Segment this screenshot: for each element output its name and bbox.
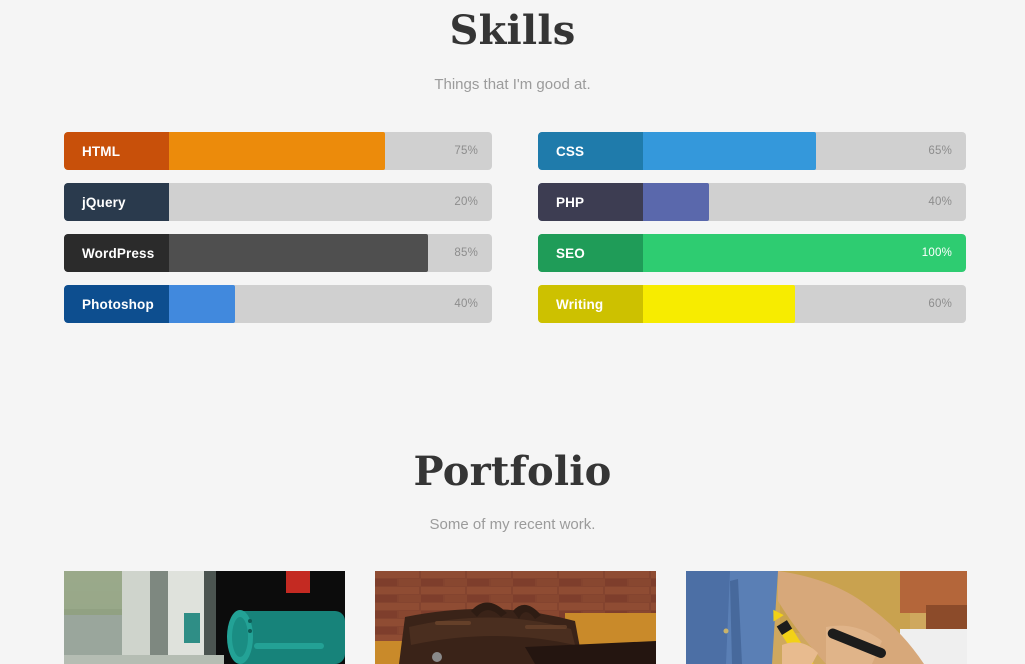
- skill-label: jQuery: [64, 183, 169, 221]
- skill-percent: 85%: [454, 247, 478, 259]
- skill-bar-photoshop: Photoshop 40%: [64, 285, 492, 323]
- skills-header: Skills Things that I'm good at.: [0, 0, 1025, 94]
- mailbox-photo: [64, 571, 345, 664]
- portfolio-subtitle: Some of my recent work.: [429, 516, 596, 533]
- skill-label: CSS: [538, 132, 643, 170]
- skill-label: Photoshop: [64, 285, 169, 323]
- skill-label: WordPress: [64, 234, 169, 272]
- skill-bar-writing: Writing 60%: [538, 285, 966, 323]
- portfolio-item[interactable]: [375, 571, 656, 664]
- skills-subtitle: Things that I'm good at.: [434, 76, 591, 93]
- portfolio-title: Portfolio: [413, 448, 612, 495]
- skills-grid: HTML 75% CSS 65% jQuery 20% PHP 40% WordPress 85%…: [64, 132, 967, 323]
- portfolio-item[interactable]: [686, 571, 967, 664]
- skill-bar-wordpress: WordPress 85%: [64, 234, 492, 272]
- skill-percent: 100%: [921, 247, 952, 259]
- skill-percent: 40%: [928, 196, 952, 208]
- portfolio-grid: [64, 571, 967, 664]
- skill-percent: 40%: [454, 298, 478, 310]
- portfolio-item[interactable]: [64, 571, 345, 664]
- skill-bar-php: PHP 40%: [538, 183, 966, 221]
- skill-bar-css: CSS 65%: [538, 132, 966, 170]
- skill-bar-jquery: jQuery 20%: [64, 183, 492, 221]
- skill-percent: 60%: [928, 298, 952, 310]
- leather-bag-photo: [375, 571, 656, 664]
- writing-photo: [686, 571, 967, 664]
- skill-bar-html: HTML 75%: [64, 132, 492, 170]
- portfolio-page: Skills Things that I'm good at. HTML 75% C…: [0, 0, 1025, 664]
- page-title: Skills: [449, 7, 576, 54]
- skill-label: PHP: [538, 183, 643, 221]
- skill-label: SEO: [538, 234, 643, 272]
- skill-label: HTML: [64, 132, 169, 170]
- skill-bar-seo: SEO 100%: [538, 234, 966, 272]
- portfolio-header: Portfolio Some of my recent work.: [0, 448, 1025, 534]
- skill-percent: 75%: [454, 145, 478, 157]
- skill-percent: 20%: [454, 196, 478, 208]
- skill-label: Writing: [538, 285, 643, 323]
- skill-percent: 65%: [928, 145, 952, 157]
